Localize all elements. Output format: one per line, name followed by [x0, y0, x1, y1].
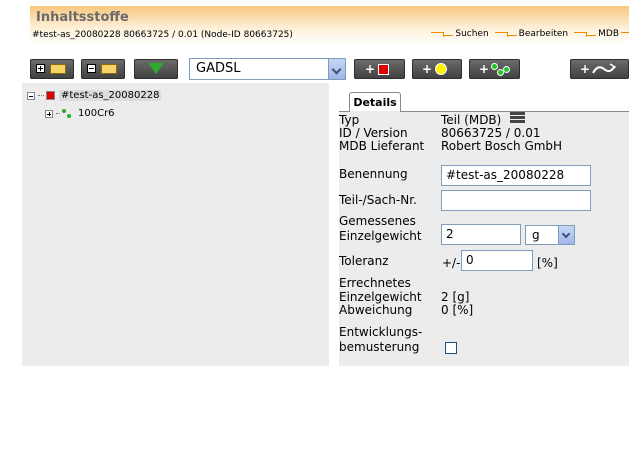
expand-all-button[interactable]	[30, 59, 74, 79]
list-select[interactable]: GADSL	[189, 58, 346, 80]
toleranz-unit: [%]	[537, 256, 558, 270]
sach-nr-label: Teil-/Sach-Nr.	[339, 193, 417, 207]
funnel-icon	[148, 63, 164, 74]
gemessenes-label: Gemessenes	[339, 214, 416, 228]
nav-link-label: Suchen	[455, 29, 489, 39]
collapse-node-icon[interactable]	[27, 91, 35, 100]
add-part-button[interactable]: +	[354, 59, 405, 79]
abweichung-value: 0 [%]	[441, 303, 474, 317]
filter-button[interactable]	[134, 59, 178, 79]
tree-connector	[38, 95, 44, 96]
add-material-button[interactable]: +	[412, 59, 462, 79]
plus-icon: +	[580, 62, 591, 76]
benennung-input[interactable]: #test-as_20080228	[441, 165, 591, 186]
errechnetes-label: Errechnetes	[339, 276, 411, 290]
abweichung-label: Abweichung	[339, 303, 413, 317]
substance-icon	[491, 62, 510, 76]
entwicklungs-label: Entwicklungs-	[339, 325, 423, 339]
toleranz-input[interactable]: 0	[461, 250, 533, 271]
arrow-right-icon	[621, 30, 629, 38]
plus-icon: +	[365, 62, 376, 76]
arrow-right-icon	[431, 30, 454, 38]
node-subtitle: #test-as_20080228 80663725 / 0.01 (Node-…	[32, 30, 293, 40]
plus-icon: +	[422, 62, 433, 76]
nav-link-bearbeiten[interactable]: Bearbeiten	[494, 29, 569, 39]
toleranz-label: Toleranz	[339, 254, 389, 268]
curved-arrow-icon	[592, 63, 616, 74]
arrow-right-icon	[494, 30, 517, 38]
nav-link-label: MDB	[598, 29, 619, 39]
tree-root-node[interactable]: #test-as_20080228	[27, 90, 162, 101]
tree-node-label[interactable]: 100Cr6	[78, 108, 115, 119]
yellow-circle-icon	[435, 63, 447, 75]
tree-child-node[interactable]: 100Cr6	[45, 108, 115, 119]
entwicklungsbemusterung-checkbox[interactable]	[445, 342, 457, 354]
plus-icon: +	[479, 62, 490, 76]
header-nav: Suchen Bearbeiten MDB	[425, 29, 629, 39]
page-title: Inhaltsstoffe	[36, 10, 129, 25]
collapse-all-button[interactable]	[81, 59, 125, 79]
bemusterung-label: bemusterung	[339, 340, 420, 354]
einzelgewicht-label: Einzelgewicht	[339, 229, 422, 243]
plus-box-icon	[36, 64, 45, 73]
add-link-button[interactable]: +	[570, 59, 629, 79]
nav-link-suchen[interactable]: Suchen	[431, 29, 489, 39]
add-substance-button[interactable]: +	[469, 59, 520, 79]
mdb-lieferant-value: Robert Bosch GmbH	[441, 139, 563, 153]
red-square-icon	[378, 64, 389, 75]
weight-unit-value: g	[532, 228, 540, 242]
tree-connector	[56, 113, 60, 114]
minus-box-icon	[87, 64, 96, 73]
material-node-icon	[62, 108, 74, 119]
arrow-right-icon	[574, 30, 597, 38]
folder-icon	[50, 64, 66, 74]
expand-node-icon[interactable]	[45, 109, 53, 118]
part-node-icon	[46, 91, 55, 100]
nav-link-mdb[interactable]: MDB	[574, 29, 629, 39]
nav-link-label: Bearbeiten	[518, 29, 569, 39]
list-select-value: GADSL	[196, 61, 241, 76]
mdb-lieferant-label: MDB Lieferant	[339, 139, 425, 153]
benennung-label: Benennung	[339, 167, 408, 181]
toleranz-prefix: +/-	[442, 256, 461, 270]
page-header: Inhaltsstoffe #test-as_20080228 80663725…	[30, 6, 629, 44]
toolbar: GADSL + + + +	[30, 58, 629, 81]
tree-panel	[22, 83, 329, 366]
tab-details[interactable]: Details	[349, 92, 401, 112]
mdb-db-icon	[510, 112, 525, 123]
folder-icon	[101, 64, 117, 74]
tree-node-label[interactable]: #test-as_20080228	[59, 90, 162, 101]
einzelgewicht-input[interactable]: 2	[441, 224, 521, 245]
chevron-down-icon	[558, 226, 574, 244]
chevron-down-icon	[328, 59, 345, 79]
sach-nr-input[interactable]	[441, 190, 591, 211]
tab-gap	[350, 111, 400, 112]
weight-unit-select[interactable]: g	[525, 225, 575, 245]
